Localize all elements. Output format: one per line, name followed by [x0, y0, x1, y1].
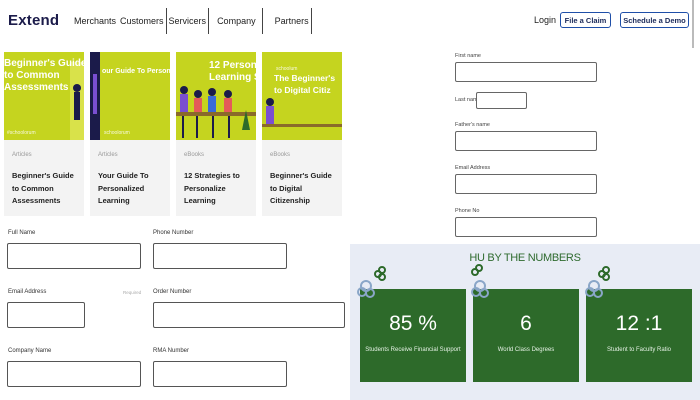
file-claim-button[interactable]: File a Claim	[560, 12, 611, 28]
card-type: Articles	[98, 152, 118, 158]
card-title[interactable]: Beginner's Guide to Digital Citizenship	[270, 170, 340, 208]
nav-company[interactable]: Company	[209, 8, 262, 34]
card-image: The Beginner's to Digital Citiz schoolum	[262, 52, 342, 140]
card-banner: The Beginner's to Digital Citiz	[274, 73, 336, 95]
nav-servicers[interactable]: Servicers	[167, 8, 209, 34]
company-name-input[interactable]	[7, 361, 141, 387]
flower-icon	[357, 266, 386, 298]
login-link[interactable]: Login	[534, 15, 556, 25]
stat-card: 85 % Students Receive Financial Support	[360, 289, 466, 382]
fathers-name-input[interactable]	[455, 131, 597, 151]
email-address-input[interactable]	[7, 302, 85, 328]
resource-card[interactable]: 12 Personaliz Learning Stra eBooks 12 St…	[176, 52, 256, 216]
first-name-input[interactable]	[455, 62, 597, 82]
card-brand: schoolum	[276, 66, 298, 72]
resource-card[interactable]: our Guide To Personalized Le schoolorum …	[90, 52, 170, 216]
flower-icon	[585, 266, 610, 298]
full-name-label: Full Name	[8, 230, 36, 236]
card-image: 12 Personaliz Learning Stra	[176, 52, 256, 140]
full-name-input[interactable]	[7, 243, 141, 269]
card-title[interactable]: Your Guide To Personalized Learning	[98, 170, 168, 208]
phone-number-input[interactable]	[153, 243, 287, 269]
card-image: our Guide To Personalized Le schoolorum	[90, 52, 170, 140]
stat-value: 6	[520, 312, 532, 335]
card-image: Beginner's Guide to Common Assessments #…	[4, 52, 84, 140]
stats-title: HU BY THE NUMBERS	[469, 252, 581, 264]
required-note: Required	[123, 290, 142, 295]
schedule-demo-button[interactable]: Schedule a Demo	[620, 12, 689, 28]
card-type: Articles	[12, 152, 32, 158]
rma-number-input[interactable]	[153, 361, 287, 387]
stat-label: Student to Faculty Ratio	[606, 347, 672, 353]
phone-no-input[interactable]	[455, 217, 597, 237]
email-address-label: Email Address	[455, 165, 491, 171]
stat-card: 12 :1 Student to Faculty Ratio	[586, 289, 692, 382]
flower-icon	[471, 264, 489, 298]
phone-number-label: Phone Number	[153, 230, 194, 236]
rma-number-label: RMA Number	[153, 348, 190, 354]
phone-no-label: Phone No	[455, 208, 480, 214]
card-type: eBooks	[270, 152, 291, 158]
resource-card[interactable]: The Beginner's to Digital Citiz schoolum…	[262, 52, 342, 216]
stat-value: 85 %	[389, 312, 437, 335]
card-banner: our Guide To Personalized Le	[102, 68, 170, 75]
email-address-label: Email Address	[8, 289, 47, 295]
last-name-input[interactable]	[476, 92, 527, 109]
scrollbar-edge	[692, 0, 694, 48]
stat-label: World Class Degrees	[497, 347, 555, 353]
nav-divider	[310, 8, 312, 34]
card-title[interactable]: Beginner's Guide to Common Assessments	[12, 170, 82, 208]
card-banner: 12 Personaliz Learning Stra	[209, 60, 256, 83]
stat-card: 6 World Class Degrees	[473, 289, 579, 382]
stat-value: 12 :1	[615, 312, 663, 335]
order-number-input[interactable]	[153, 302, 345, 328]
card-brand: #schoolorum	[7, 130, 36, 136]
logo[interactable]: Extend	[8, 12, 59, 29]
fathers-name-label: Father's name	[455, 122, 490, 128]
card-type: eBooks	[184, 152, 205, 158]
resource-cards: Beginner's Guide to Common Assessments #…	[4, 52, 350, 216]
order-number-label: Order Number	[153, 289, 192, 295]
stat-label: Students Receive Financial Support	[365, 347, 461, 353]
nav-merchants[interactable]: Merchants	[72, 8, 118, 34]
nav-partners[interactable]: Partners	[263, 8, 311, 34]
card-banner: Beginner's Guide to Common Assessments	[4, 58, 84, 93]
resource-card[interactable]: Beginner's Guide to Common Assessments #…	[4, 52, 84, 216]
email-address-input[interactable]	[455, 174, 597, 194]
card-illustration	[262, 98, 342, 127]
stats-section: HU BY THE NUMBERS 85 % Students Receive …	[350, 244, 700, 400]
company-name-label: Company Name	[8, 348, 52, 354]
first-name-label: First name	[455, 53, 481, 59]
nav-customers[interactable]: Customers	[118, 8, 166, 34]
main-nav: Merchants Customers Servicers Company Pa…	[72, 8, 312, 34]
card-brand: schoolorum	[104, 130, 130, 136]
card-title[interactable]: 12 Strategies to Personalize Learning	[184, 170, 254, 208]
